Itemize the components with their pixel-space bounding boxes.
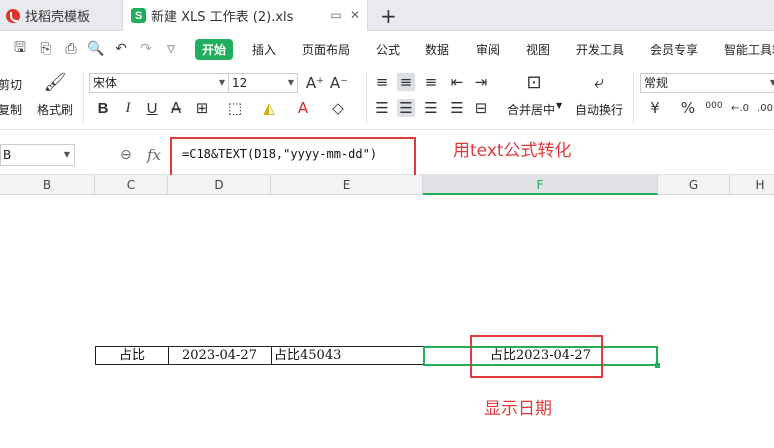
column-header-h[interactable]: H <box>730 175 774 195</box>
align-center-icon[interactable]: ☰ <box>397 99 415 117</box>
print-icon[interactable]: ⎙ <box>63 41 79 57</box>
decrease-indent-icon[interactable]: ⇤ <box>448 73 466 91</box>
increase-decimal-icon[interactable]: ←.0 <box>731 99 749 117</box>
menu-formulas[interactable]: 公式 <box>376 41 400 58</box>
decrease-decimal-icon[interactable]: .00 <box>756 99 774 117</box>
chevron-down-icon[interactable]: ▼ <box>556 101 562 110</box>
column-header-row: B C D E F G H <box>0 175 774 195</box>
format-painter-button[interactable]: 格式刷 <box>37 101 73 118</box>
tab-bar: 找稻壳模板 S 新建 XLS 工作表 (2).xls ▭ ✕ + <box>0 0 774 31</box>
separator <box>83 72 84 124</box>
docer-logo-icon <box>6 8 20 23</box>
column-header-g[interactable]: G <box>658 175 730 195</box>
window-restore-icon[interactable]: ▭ <box>329 8 343 22</box>
name-box-value: B <box>3 148 12 162</box>
menu-page-layout[interactable]: 页面布局 <box>302 41 350 58</box>
strikethrough-icon[interactable]: A̶ <box>167 99 185 117</box>
sheet-grid[interactable] <box>0 195 774 448</box>
menu-view[interactable]: 视图 <box>526 41 550 58</box>
tab-home[interactable]: 开始 <box>195 39 233 60</box>
copy-button[interactable]: 复制 <box>0 101 22 118</box>
align-top-icon[interactable]: ≡ <box>373 73 391 91</box>
thousands-button[interactable]: 000 <box>705 97 723 115</box>
font-size-value: 12 <box>232 76 248 90</box>
merge-center-button[interactable]: 合并居中 <box>507 101 555 118</box>
underline-button[interactable]: U <box>143 99 161 117</box>
chevron-down-icon: ▼ <box>63 150 70 159</box>
italic-button[interactable]: I <box>119 99 137 117</box>
chevron-down-icon: ▼ <box>218 78 225 87</box>
distributed-icon[interactable]: ⊟ <box>472 99 490 117</box>
zoom-icon[interactable]: ⊖ <box>120 147 132 163</box>
menu-review[interactable]: 审阅 <box>476 41 500 58</box>
menu-smart-tools[interactable]: 智能工具箱 <box>724 41 774 58</box>
column-header-e[interactable]: E <box>271 175 423 195</box>
font-name-select[interactable]: 宋体 ▼ <box>89 73 229 93</box>
wrap-text-button[interactable]: 自动换行 <box>575 101 623 118</box>
align-middle-icon[interactable]: ≡ <box>397 73 415 91</box>
save-icon[interactable]: 🖫 <box>12 40 28 57</box>
format-painter-icon[interactable]: 🖌 <box>44 72 67 93</box>
spreadsheet-icon: S <box>131 8 146 23</box>
decrease-font-icon[interactable]: A⁻ <box>330 74 348 92</box>
ribbon-toolbar: 剪切 复制 🖌 格式刷 宋体 ▼ 12 ▼ A⁺ A⁻ B I U A̶ ⊞ ⬚… <box>0 67 774 130</box>
separator <box>366 72 367 124</box>
cell-e18[interactable]: 占比45043 <box>271 346 424 365</box>
font-size-select[interactable]: 12 ▼ <box>228 73 298 93</box>
number-format-select[interactable]: 常规 ▼ <box>640 73 774 93</box>
tab-label: 新建 XLS 工作表 (2).xls <box>151 10 294 25</box>
increase-font-icon[interactable]: A⁺ <box>306 74 324 92</box>
cut-button[interactable]: 剪切 <box>0 76 22 93</box>
menu-developer[interactable]: 开发工具 <box>576 41 624 58</box>
menu-insert[interactable]: 插入 <box>252 41 276 58</box>
cell-d18[interactable]: 2023-04-27 <box>168 346 272 365</box>
column-header-c[interactable]: C <box>95 175 168 195</box>
name-box[interactable]: B ▼ <box>0 144 75 166</box>
border-icon[interactable]: ⊞ <box>193 99 211 117</box>
export-icon[interactable]: ⎘ <box>38 41 54 57</box>
tab-label: 找稻壳模板 <box>25 10 91 25</box>
increase-indent-icon[interactable]: ⇥ <box>472 73 490 91</box>
font-color-icon[interactable]: A <box>294 99 312 117</box>
cell-c18[interactable]: 占比 <box>95 346 169 365</box>
print-preview-icon[interactable]: 🔍 <box>87 41 104 57</box>
column-header-b[interactable]: B <box>0 175 95 195</box>
result-annotation: 显示日期 <box>484 399 552 419</box>
fill-color-icon[interactable]: ◭ <box>260 99 278 117</box>
tab-workbook[interactable]: S 新建 XLS 工作表 (2).xls ▭ ✕ <box>122 0 368 31</box>
justify-icon[interactable]: ☰ <box>448 99 466 117</box>
menu-data[interactable]: 数据 <box>425 41 449 58</box>
column-header-d[interactable]: D <box>168 175 271 195</box>
number-format-value: 常规 <box>644 76 669 90</box>
cell-style-icon[interactable]: ⬚ <box>226 99 244 117</box>
align-bottom-icon[interactable]: ≡ <box>422 73 440 91</box>
separator <box>633 72 634 124</box>
formula-input[interactable]: =C18&TEXT(D18,"yyyy-mm-dd") <box>182 147 377 161</box>
redo-icon[interactable]: ↷ <box>138 41 154 57</box>
fill-handle[interactable] <box>655 363 660 368</box>
align-right-icon[interactable]: ☰ <box>422 99 440 117</box>
wrap-text-icon[interactable]: ⤶ <box>590 72 608 93</box>
column-header-f[interactable]: F <box>423 175 658 195</box>
menu-member[interactable]: 会员专享 <box>650 41 698 58</box>
font-name-value: 宋体 <box>93 76 118 90</box>
align-left-icon[interactable]: ☰ <box>373 99 391 117</box>
chevron-down-icon: ▼ <box>287 78 294 87</box>
chevron-down-icon[interactable]: ▽ <box>163 41 179 57</box>
bold-button[interactable]: B <box>94 99 112 117</box>
undo-icon[interactable]: ↶ <box>113 41 129 57</box>
add-tab-icon[interactable]: + <box>380 4 397 28</box>
menu-row: 🖫 ⎘ ⎙ 🔍 ↶ ↷ ▽ 开始 插入 页面布局 公式 数据 审阅 视图 开发工… <box>0 31 774 67</box>
fx-icon[interactable]: fx <box>147 146 161 164</box>
clear-format-icon[interactable]: ◇ <box>329 99 347 117</box>
tab-templates[interactable]: 找稻壳模板 <box>0 0 122 31</box>
formula-annotation: 用text公式转化 <box>453 141 572 161</box>
close-icon[interactable]: ✕ <box>348 8 362 22</box>
percent-button[interactable]: % <box>679 99 697 117</box>
currency-button[interactable]: ¥ <box>646 99 664 117</box>
result-highlight-box <box>470 335 603 378</box>
merge-center-icon[interactable]: ⊡ <box>525 72 543 93</box>
chevron-down-icon: ▼ <box>769 78 774 87</box>
